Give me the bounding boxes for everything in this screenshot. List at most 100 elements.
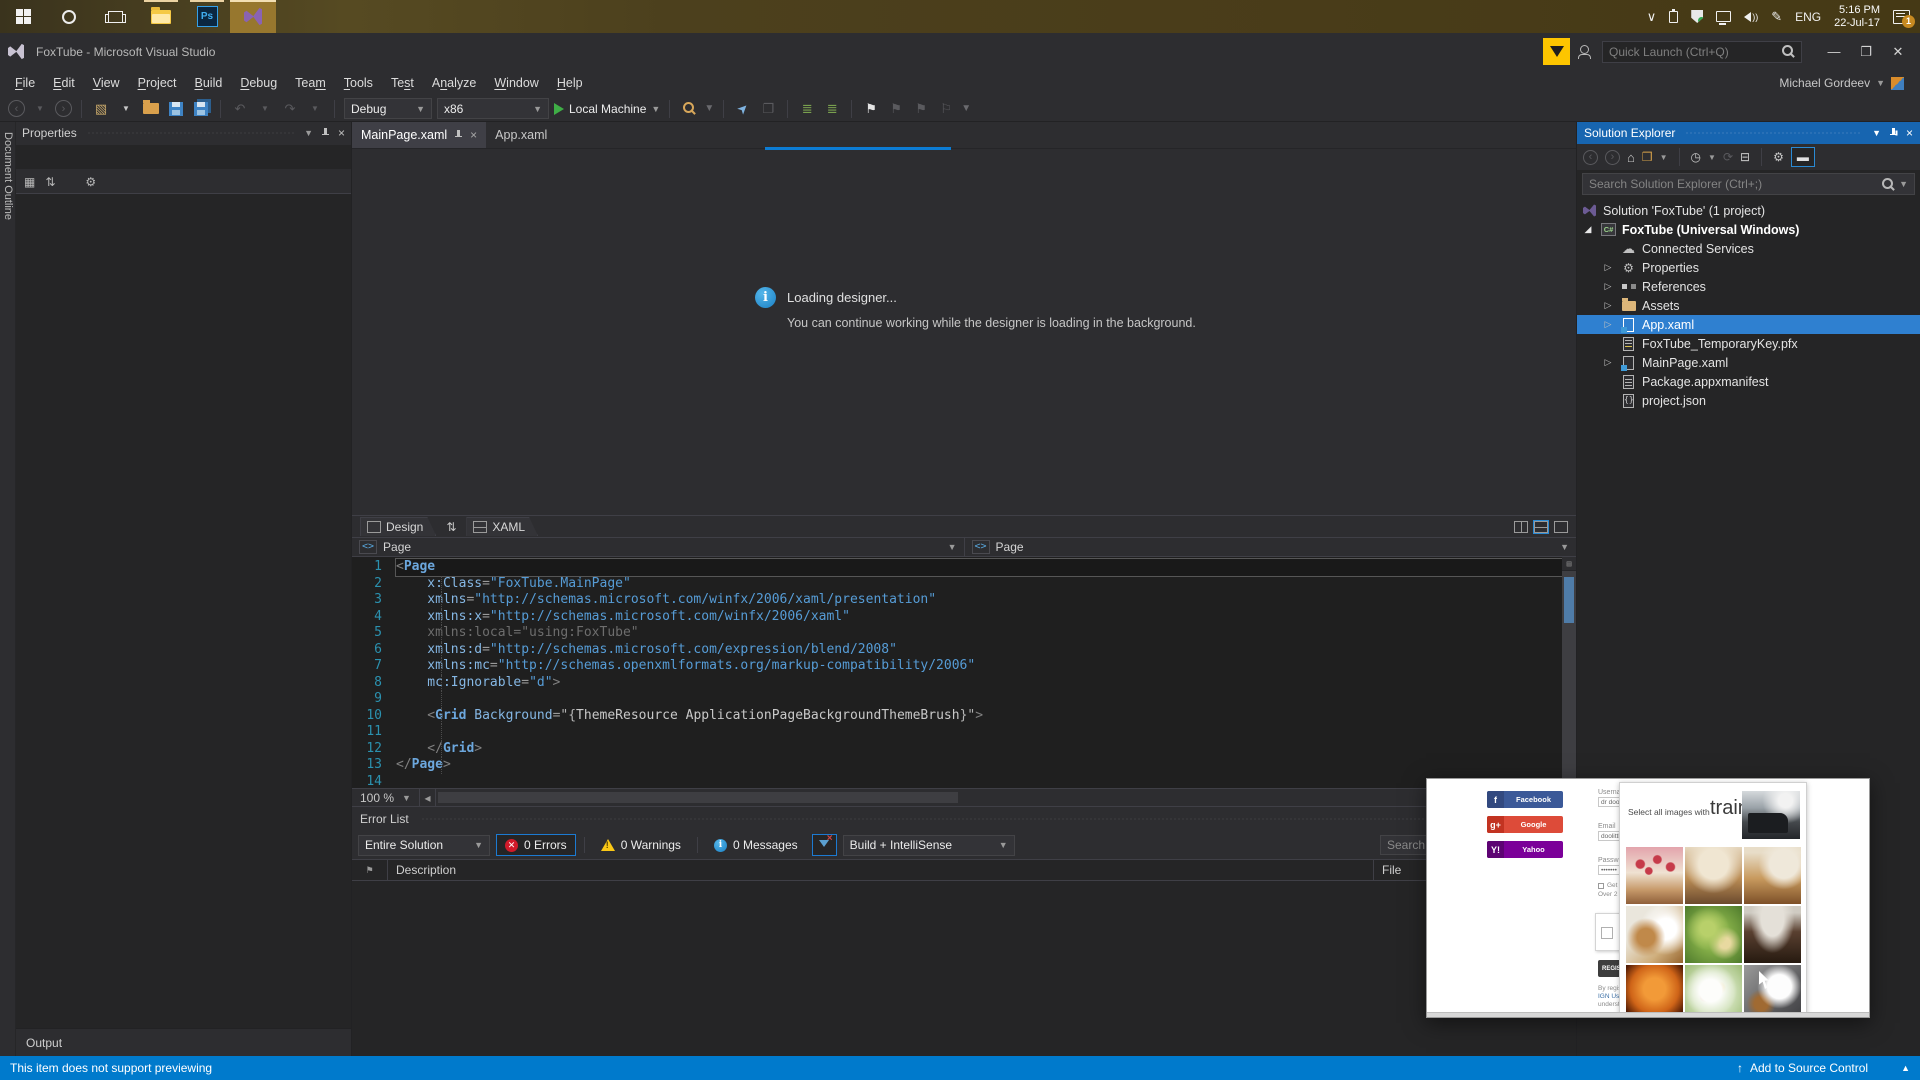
expand-pane-icon[interactable] xyxy=(1554,520,1568,533)
zoom-dropdown[interactable]: 100 % ▼ xyxy=(352,789,420,806)
editor-scrollbar[interactable]: ▤ xyxy=(1562,557,1576,788)
pin-icon[interactable] xyxy=(321,127,330,139)
code-line-5[interactable]: 5 xmlns:local="using:FoxTube" xyxy=(352,625,1576,642)
expander-closed-icon[interactable]: ▷ xyxy=(1601,281,1615,292)
horizontal-split-icon[interactable] xyxy=(1533,519,1549,534)
redo-dropdown-icon[interactable]: ▼ xyxy=(305,99,325,119)
captcha-tile-strawberry-cake[interactable] xyxy=(1626,847,1683,904)
pending-changes-filter-icon[interactable]: ◷ xyxy=(1691,150,1701,164)
code-line-12[interactable]: 12 </Grid> xyxy=(352,740,1576,758)
code-line-9[interactable]: 9 xyxy=(352,691,1576,708)
menu-edit[interactable]: Edit xyxy=(44,72,84,94)
clear-bookmarks-icon[interactable]: ⚐ xyxy=(936,99,956,119)
undo-dropdown-icon[interactable]: ▼ xyxy=(255,99,275,119)
select-tool-icon[interactable]: ➤ xyxy=(729,94,757,122)
new-dropdown-icon[interactable]: ▼ xyxy=(116,99,136,119)
document-tab-app.xaml[interactable]: App.xaml xyxy=(486,122,556,148)
code-line-10[interactable]: 10 <Grid Background="{ThemeResource Appl… xyxy=(352,707,1576,725)
preview-selected-items-toggle[interactable]: ▬ xyxy=(1790,147,1815,167)
code-line-1[interactable]: 1 <Page xyxy=(352,558,1576,577)
statusbar-expand-icon[interactable]: ▲ xyxy=(1901,1063,1910,1073)
filter-button[interactable] xyxy=(811,833,837,856)
scrollbar-thumb[interactable] xyxy=(1564,577,1574,623)
property-pages-icon[interactable]: ⚙ xyxy=(85,175,96,189)
defender-shield-icon[interactable] xyxy=(1691,10,1704,23)
properties-wrench-icon[interactable]: ⚙ xyxy=(1773,150,1784,164)
se-back-icon[interactable]: ‹ xyxy=(1583,149,1598,165)
tree-item-project-json[interactable]: {} project.json xyxy=(1577,391,1920,410)
action-center-icon[interactable]: 1 xyxy=(1893,9,1915,28)
close-tab-icon[interactable]: × xyxy=(470,128,477,142)
menu-analyze[interactable]: Analyze xyxy=(423,72,485,94)
description-column[interactable]: Description xyxy=(388,860,1374,880)
solution-explorer-title-bar[interactable]: Solution Explorer ▼ × xyxy=(1577,122,1920,144)
properties-title-bar[interactable]: Properties ▼ × xyxy=(16,122,351,144)
navigate-back-icon[interactable]: ‹ xyxy=(8,100,25,117)
captcha-tile-coffee-cup-cookie[interactable] xyxy=(1744,965,1801,1017)
window-position-icon[interactable]: ▼ xyxy=(304,128,313,138)
captcha-tile-dessert-cup[interactable] xyxy=(1685,847,1742,904)
tree-item-foxtube-temporarykey-pfx[interactable]: FoxTube_TemporaryKey.pfx xyxy=(1577,334,1920,353)
undo-icon[interactable]: ↶ xyxy=(230,99,250,119)
properties-object-selector[interactable] xyxy=(16,145,351,169)
vertical-split-icon[interactable] xyxy=(1514,520,1528,533)
code-line-4[interactable]: 4 xmlns:x="http://schemas.microsoft.com/… xyxy=(352,608,1576,626)
toolbar-overflow-icon[interactable]: ▼ xyxy=(961,103,971,114)
facebook-login-button[interactable]: f Facebook xyxy=(1487,791,1563,808)
file-explorer-button[interactable] xyxy=(138,0,184,33)
xaml-tab[interactable]: XAML xyxy=(466,517,538,536)
network-display-icon[interactable] xyxy=(1716,11,1732,25)
code-line-6[interactable]: 6 xmlns:d="http://schemas.microsoft.com/… xyxy=(352,641,1576,659)
navigate-forward-icon[interactable]: › xyxy=(55,100,72,117)
messages-filter-button[interactable]: i 0 Messages xyxy=(706,834,806,856)
increase-indent-icon[interactable]: ≣ xyxy=(822,99,842,119)
tree-item-mainpage-xaml[interactable]: ▷ MainPage.xaml xyxy=(1577,353,1920,372)
tree-item-foxtube-universal-windows-[interactable]: ◢ C# FoxTube (Universal Windows) xyxy=(1577,220,1920,239)
tree-item-app-xaml[interactable]: ▷ App.xaml xyxy=(1577,315,1920,334)
tree-item-references[interactable]: ▷ References xyxy=(1577,277,1920,296)
add-to-source-control-button[interactable]: Add to Source Control xyxy=(1750,1061,1868,1075)
captcha-tile-orange-bowl[interactable] xyxy=(1626,965,1683,1017)
menu-view[interactable]: View xyxy=(84,72,129,94)
severity-column-icon[interactable]: ⚑ xyxy=(352,860,388,880)
tree-item-properties[interactable]: ▷ ⚙ Properties xyxy=(1577,258,1920,277)
code-line-13[interactable]: 13 </Page> xyxy=(352,757,1576,774)
save-icon[interactable] xyxy=(166,99,186,119)
copy-icon[interactable]: ❐ xyxy=(758,99,778,119)
menu-project[interactable]: Project xyxy=(129,72,186,94)
quick-launch-input[interactable]: Quick Launch (Ctrl+Q) xyxy=(1602,40,1802,63)
target-dropdown-icon[interactable]: ▼ xyxy=(651,104,660,114)
close-panel-icon[interactable]: × xyxy=(1906,126,1913,140)
pin-icon[interactable] xyxy=(454,129,463,141)
output-panel-label[interactable]: Output xyxy=(16,1028,351,1056)
clock[interactable]: 5:16 PM 22-Jul-17 xyxy=(1834,4,1880,30)
element-dropdown-right[interactable]: <> Page ▼ xyxy=(965,538,1577,556)
expander-closed-icon[interactable]: ▷ xyxy=(1601,357,1615,368)
code-line-2[interactable]: 2 x:Class="FoxTube.MainPage" xyxy=(352,575,1576,593)
chevron-down-icon[interactable]: ▼ xyxy=(1708,153,1716,162)
menu-debug[interactable]: Debug xyxy=(231,72,286,94)
expander-closed-icon[interactable]: ▷ xyxy=(1601,300,1615,311)
close-panel-icon[interactable]: × xyxy=(338,126,345,140)
photoshop-button[interactable]: Ps xyxy=(184,0,230,33)
pen-input-icon[interactable]: ✎ xyxy=(1771,9,1782,25)
horizontal-scrollbar[interactable] xyxy=(435,789,1576,806)
warnings-filter-button[interactable]: 0 Warnings xyxy=(593,834,689,856)
design-tab[interactable]: Design xyxy=(360,517,436,536)
language-indicator[interactable]: ENG xyxy=(1795,10,1821,24)
find-overflow-icon[interactable]: ▼ xyxy=(704,103,714,114)
home-icon[interactable]: ⌂ xyxy=(1627,150,1635,165)
minimize-button[interactable]: — xyxy=(1820,40,1848,64)
sync-with-active-document-icon[interactable]: ⟳ xyxy=(1723,150,1733,164)
swap-panes-icon[interactable]: ⇅ xyxy=(446,520,456,534)
cortana-button[interactable] xyxy=(46,0,92,33)
code-line-7[interactable]: 7 xmlns:mc="http://schemas.openxmlformat… xyxy=(352,658,1576,675)
alphabetical-sort-icon[interactable]: ⇅ xyxy=(45,175,55,189)
build-intellisense-dropdown[interactable]: Build + IntelliSense ▼ xyxy=(842,834,1015,856)
expander-open-icon[interactable]: ◢ xyxy=(1581,224,1595,235)
menu-test[interactable]: Test xyxy=(382,72,423,94)
menu-tools[interactable]: Tools xyxy=(335,72,382,94)
captcha-tile-breakfast-plate[interactable] xyxy=(1626,906,1683,963)
tree-item-package-appxmanifest[interactable]: Package.appxmanifest xyxy=(1577,372,1920,391)
error-list-title-bar[interactable]: Error List xyxy=(352,807,1576,831)
